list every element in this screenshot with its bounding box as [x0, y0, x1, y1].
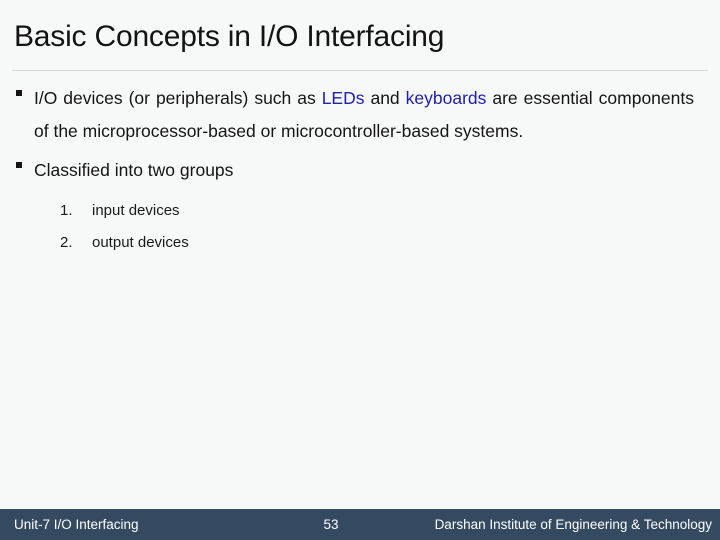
- slide-body: I/O devices (or peripherals) such as LED…: [0, 82, 720, 259]
- numbered-list: 1. input devices 2. output devices: [0, 195, 720, 259]
- title-block: Basic Concepts in I/O Interfacing: [14, 18, 708, 56]
- footer-page-number: 53: [323, 517, 339, 532]
- bullet-item-io-devices: I/O devices (or peripherals) such as LED…: [0, 82, 720, 148]
- bullet-segment-text: I/O devices (or peripherals) such as: [34, 88, 322, 108]
- bullet-segment-text: and: [364, 88, 406, 108]
- square-bullet-icon: [16, 90, 22, 96]
- bullet-item-classified: Classified into two groups: [0, 154, 720, 187]
- slide-footer: Unit-7 I/O Interfacing 53 Darshan Instit…: [0, 509, 720, 540]
- square-bullet-icon: [16, 162, 22, 168]
- list-item: 1. input devices: [0, 195, 720, 227]
- title-divider: [12, 70, 708, 71]
- highlight-keyboards: keyboards: [405, 88, 487, 108]
- list-item-label: output devices: [92, 234, 189, 251]
- bullet-text-classified: Classified into two groups: [34, 160, 234, 180]
- footer-institute-label: Darshan Institute of Engineering & Techn…: [434, 517, 712, 532]
- list-item: 2. output devices: [0, 227, 720, 259]
- slide-canvas: Basic Concepts in I/O Interfacing I/O de…: [0, 0, 720, 540]
- page-title: Basic Concepts in I/O Interfacing: [14, 20, 445, 53]
- bullet-text-io-devices: I/O devices (or peripherals) such as LED…: [34, 82, 694, 148]
- list-item-index: 1.: [60, 202, 73, 219]
- list-item-index: 2.: [60, 234, 73, 251]
- footer-unit-label: Unit-7 I/O Interfacing: [14, 517, 139, 532]
- list-item-label: input devices: [92, 202, 180, 219]
- highlight-leds: LEDs: [321, 88, 365, 108]
